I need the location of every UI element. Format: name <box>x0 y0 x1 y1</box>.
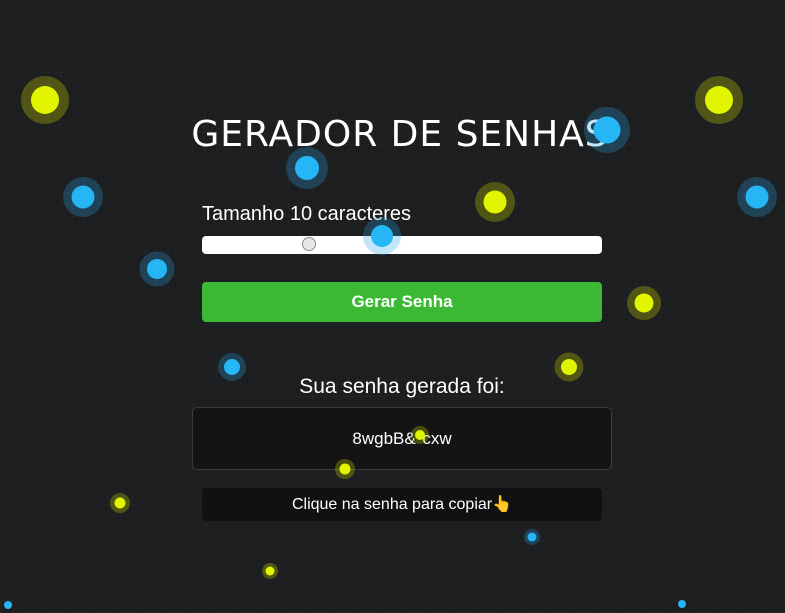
yellow-particle <box>705 86 733 114</box>
length-label-prefix: Tamanho <box>202 203 285 225</box>
yellow-particle-glow <box>627 286 661 320</box>
yellow-particle <box>561 359 577 375</box>
slider-thumb[interactable] <box>302 237 316 251</box>
result-title: Sua senha gerada foi: <box>299 375 505 398</box>
length-slider[interactable] <box>202 236 602 254</box>
blue-particle <box>224 359 240 375</box>
blue-particle-glow <box>737 177 777 217</box>
yellow-particle <box>31 86 59 114</box>
yellow-particle <box>265 566 275 576</box>
generate-password-button[interactable]: Gerar Senha <box>202 282 602 322</box>
length-label: Tamanho 10 caracteres <box>202 203 411 226</box>
yellow-particle-glow <box>262 563 278 579</box>
blue-particle <box>4 601 12 609</box>
blue-particle-glow <box>524 529 540 545</box>
blue-particle <box>147 259 167 279</box>
generated-password[interactable]: 8wgbB&*cxw <box>192 407 612 470</box>
yellow-particle-glow <box>110 493 130 513</box>
yellow-particle <box>114 497 126 509</box>
length-label-suffix: caracteres <box>317 203 412 225</box>
blue-particle <box>527 532 537 542</box>
blue-particle-glow <box>139 251 175 287</box>
blue-particle <box>71 185 95 209</box>
copy-hint: Clique na senha para copiar👆 <box>202 488 602 521</box>
length-value: 10 <box>289 203 313 225</box>
yellow-particle <box>634 293 654 313</box>
blue-particle <box>295 156 319 180</box>
page-title: GERADOR DE SENHAS <box>191 114 609 155</box>
blue-particle <box>678 600 686 608</box>
yellow-particle <box>483 190 507 214</box>
yellow-particle-glow <box>475 182 515 222</box>
blue-particle <box>745 185 769 209</box>
blue-particle-glow <box>63 177 103 217</box>
